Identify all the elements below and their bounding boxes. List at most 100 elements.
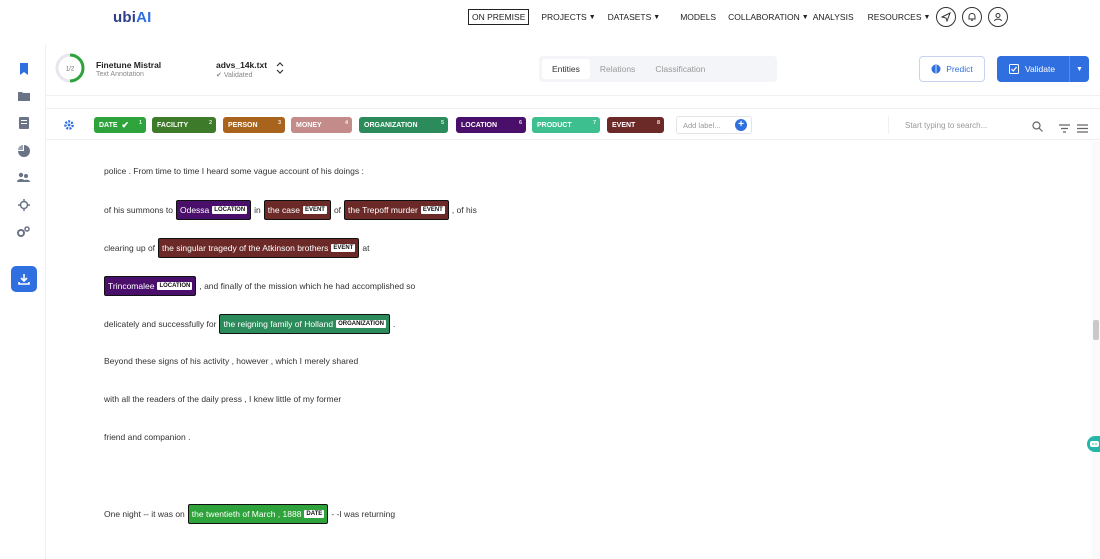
nav-datasets[interactable]: DATASETS ▼ bbox=[608, 12, 661, 22]
file-status: ✔ Validated bbox=[216, 71, 252, 79]
label-chip-name: FACILITY bbox=[157, 121, 189, 129]
label-chip-count: 5 bbox=[440, 120, 444, 126]
text-line: Trincomalee LOCATION , and finally of the… bbox=[104, 276, 418, 296]
label-chip-date[interactable]: DATE ✔ 1 bbox=[94, 117, 146, 133]
target-icon[interactable] bbox=[17, 198, 30, 211]
notifications-button[interactable] bbox=[962, 7, 983, 27]
entity-text: the case bbox=[267, 205, 300, 215]
pie-chart-icon[interactable] bbox=[17, 144, 30, 157]
text-segment: delicately and successfully for bbox=[104, 319, 217, 329]
chevron-down-icon: ▼ bbox=[923, 13, 931, 21]
entity-location[interactable]: Trincomalee LOCATION bbox=[104, 276, 197, 296]
nav-datasets-label: DATASETS bbox=[607, 12, 652, 22]
nav-collaboration[interactable]: COLLABORATION ▼ bbox=[728, 12, 809, 22]
folder-icon[interactable] bbox=[17, 89, 30, 102]
label-chip-name: MONEY bbox=[296, 121, 322, 129]
users-icon[interactable] bbox=[17, 171, 30, 184]
entity-date[interactable]: the twentieth of March , 1888 DATE bbox=[187, 504, 329, 524]
nav-projects-label: PROJECTS bbox=[541, 12, 587, 22]
scrollbar-thumb[interactable] bbox=[1093, 320, 1099, 340]
progress-ring: 1/2 bbox=[55, 53, 85, 83]
label-chip-person[interactable]: PERSON 3 bbox=[223, 117, 285, 133]
settings-icon[interactable] bbox=[17, 225, 30, 238]
label-chip-name: PRODUCT bbox=[537, 121, 572, 129]
entity-event[interactable]: the case EVENT bbox=[263, 200, 331, 220]
entity-text: the twentieth of March , 1888 bbox=[191, 509, 302, 519]
label-chip-count: 7 bbox=[592, 120, 596, 126]
user-profile-button[interactable] bbox=[988, 7, 1009, 27]
add-label-button[interactable]: + bbox=[735, 119, 747, 131]
label-settings-button[interactable] bbox=[63, 118, 75, 136]
tab-classification[interactable]: Classification bbox=[645, 59, 715, 79]
check-icon: ✔ bbox=[216, 72, 224, 79]
label-chip-event[interactable]: EVENT 8 bbox=[607, 117, 664, 133]
label-chip-count: 8 bbox=[656, 120, 660, 126]
label-chip-location[interactable]: LOCATION 6 bbox=[456, 117, 526, 133]
text-line: of his summons to Odessa LOCATION in the … bbox=[104, 200, 480, 220]
entity-location[interactable]: Odessa LOCATION bbox=[175, 200, 252, 220]
main-nav: ON PREMISE PROJECTS ▼ DATASETS ▼ MODELS CO… bbox=[468, 0, 1009, 34]
text-segment: police . From time to time I heard some … bbox=[104, 166, 364, 176]
scrollbar-track[interactable] bbox=[1092, 141, 1100, 559]
text-segment: friend and companion . bbox=[104, 432, 191, 442]
chat-widget-button[interactable] bbox=[1087, 436, 1100, 452]
search-input[interactable]: Start typing to search... bbox=[888, 116, 1051, 134]
entity-tag: DATE bbox=[304, 510, 325, 518]
text-segment: in bbox=[254, 205, 261, 215]
gear-icon bbox=[64, 120, 74, 130]
progress-text: 1/2 bbox=[66, 67, 75, 73]
nav-resources[interactable]: RESOURCES ▼ bbox=[868, 12, 931, 22]
nav-projects[interactable]: PROJECTS ▼ bbox=[541, 12, 595, 22]
ubiai-logo[interactable]: ubiAI bbox=[113, 9, 152, 26]
entity-event[interactable]: the singular tragedy of the Atkinson bro… bbox=[158, 238, 360, 258]
text-segment: clearing up of bbox=[104, 243, 156, 253]
text-line: Beyond these signs of his activity , how… bbox=[104, 356, 361, 366]
bookmark-icon[interactable] bbox=[17, 62, 30, 75]
nav-models[interactable]: MODELS bbox=[680, 12, 716, 22]
entity-tag: LOCATION bbox=[212, 206, 248, 214]
labels-bar: DATE ✔ 1 FACILITY 2 PERSON 3 MONEY 4 ORGANIZA… bbox=[46, 108, 1100, 140]
filter-icon[interactable] bbox=[1059, 120, 1070, 138]
nav-analysis[interactable]: ANALYSIS bbox=[813, 12, 854, 22]
on-premise-button[interactable]: ON PREMISE bbox=[468, 9, 530, 25]
text-line: One night -- it was on the twentieth of … bbox=[104, 504, 398, 524]
validate-button[interactable]: Validate ▼ bbox=[997, 56, 1089, 82]
label-chip-name: ORGANIZATION bbox=[364, 121, 418, 129]
text-segment: . bbox=[392, 319, 396, 329]
entity-text: the Trepoff murder bbox=[348, 205, 418, 215]
tab-relations[interactable]: Relations bbox=[590, 59, 645, 79]
annotation-text-area: police . From time to time I heard some … bbox=[46, 141, 1092, 559]
text-line: police . From time to time I heard some … bbox=[104, 166, 367, 176]
entity-tag: EVENT bbox=[302, 206, 327, 214]
tab-entities[interactable]: Entities bbox=[542, 59, 590, 79]
label-chip-count: 3 bbox=[277, 120, 281, 126]
search-icon[interactable] bbox=[1032, 119, 1043, 137]
file-name: advs_14k.txt bbox=[216, 60, 268, 70]
text-segment: Beyond these signs of his activity , how… bbox=[104, 356, 359, 366]
text-segment: - -I was returning bbox=[331, 509, 396, 519]
project-header: 1/2 Finetune Mistral Text Annotation adv… bbox=[46, 44, 1100, 96]
label-chip-money[interactable]: MONEY 4 bbox=[291, 117, 352, 133]
label-chip-product[interactable]: PRODUCT 7 bbox=[532, 117, 600, 133]
file-switcher[interactable] bbox=[276, 62, 284, 76]
entity-text: Odessa bbox=[179, 205, 210, 215]
label-chip-count: 6 bbox=[518, 120, 522, 126]
document-icon[interactable] bbox=[17, 116, 30, 129]
predict-button[interactable]: Predict bbox=[919, 56, 985, 82]
label-chip-name: EVENT bbox=[612, 121, 636, 129]
entity-tag: EVENT bbox=[420, 206, 445, 214]
send-button[interactable] bbox=[936, 7, 957, 27]
download-button[interactable] bbox=[11, 266, 37, 292]
text-segment: of his summons to bbox=[104, 205, 173, 215]
label-chip-organization[interactable]: ORGANIZATION 5 bbox=[359, 117, 448, 133]
text-segment: One night -- it was on bbox=[104, 509, 185, 519]
entity-event[interactable]: the Trepoff murder EVENT bbox=[344, 200, 449, 220]
bell-icon bbox=[968, 12, 976, 21]
entity-organization[interactable]: the reigning family of Holland ORGANIZATI… bbox=[219, 314, 390, 334]
validate-dropdown[interactable]: ▼ bbox=[1069, 56, 1089, 82]
menu-icon[interactable] bbox=[1077, 120, 1088, 138]
label-chip-facility[interactable]: FACILITY 2 bbox=[152, 117, 216, 133]
label-chip-count: 4 bbox=[344, 120, 348, 126]
text-line: delicately and successfully for the reig… bbox=[104, 314, 398, 334]
text-segment: with all the readers of the daily press … bbox=[104, 394, 342, 404]
